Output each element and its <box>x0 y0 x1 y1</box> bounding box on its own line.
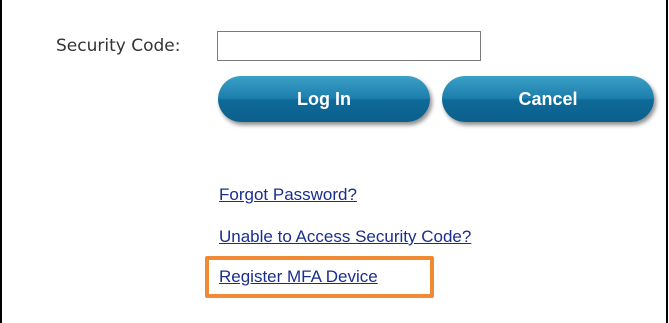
log-in-button[interactable]: Log In <box>218 76 430 122</box>
forgot-password-link[interactable]: Forgot Password? <box>219 184 357 206</box>
security-code-input[interactable] <box>217 31 481 61</box>
security-code-label: Security Code: <box>56 36 181 56</box>
panel-right-border <box>666 0 668 323</box>
login-panel: Security Code: Log In Cancel Forgot Pass… <box>0 0 669 323</box>
panel-left-border <box>0 0 2 323</box>
cancel-button[interactable]: Cancel <box>442 76 654 122</box>
unable-to-access-security-code-link[interactable]: Unable to Access Security Code? <box>219 226 471 248</box>
register-mfa-highlight-box <box>205 256 434 298</box>
